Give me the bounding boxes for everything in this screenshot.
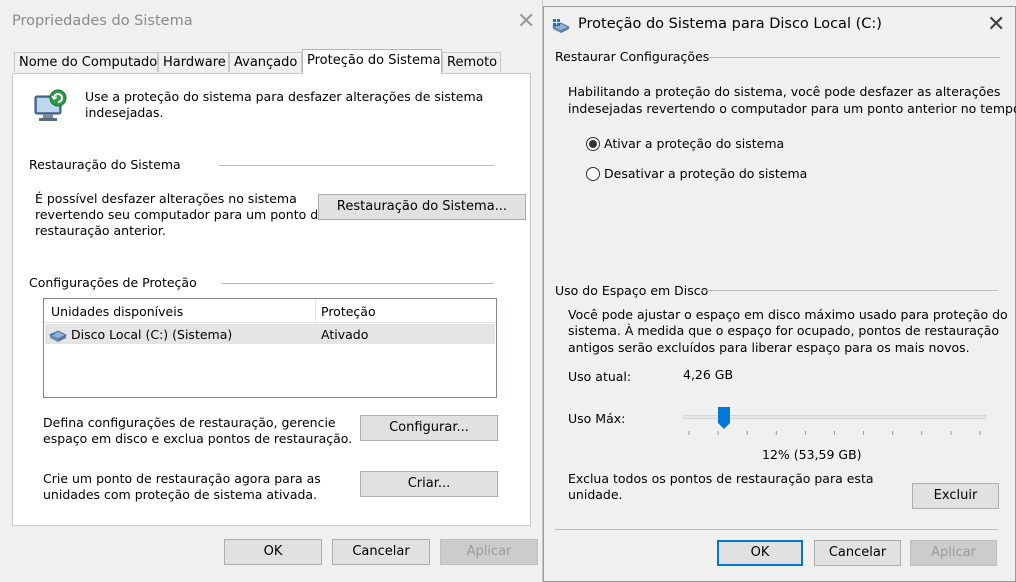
close-icon[interactable]: ✕	[987, 14, 1005, 36]
create-desc-line-2: unidades com proteção de sistema ativada…	[43, 487, 318, 502]
cancel-button[interactable]: Cancelar	[332, 539, 430, 565]
window-title: Proteção do Sistema para Disco Local (C:…	[578, 16, 882, 32]
intro-line-1: Use a proteção do sistema para desfazer …	[85, 89, 484, 104]
restore-desc-line-2: revertendo seu computador para um ponto …	[35, 207, 326, 222]
system-properties-window: Propriedades do Sistema ✕ Nome do Comput…	[0, 0, 543, 582]
intro-line-2: indesejadas.	[85, 105, 164, 120]
drive-protection-status: Ativado	[321, 327, 369, 342]
slider-thumb[interactable]	[717, 407, 730, 429]
restore-group-title: Restauração do Sistema	[29, 157, 181, 172]
apply-button[interactable]: Aplicar	[910, 540, 997, 566]
tab-hardware[interactable]: Hardware	[158, 52, 229, 72]
delete-button[interactable]: Excluir	[912, 483, 999, 509]
group-divider	[707, 57, 1000, 58]
drive-icon	[48, 328, 68, 342]
disable-protection-radio[interactable]	[586, 167, 600, 181]
close-icon[interactable]: ✕	[517, 11, 535, 33]
disk-protection-window: Proteção do Sistema para Disco Local (C:…	[543, 6, 1016, 582]
disable-protection-label[interactable]: Desativar a proteção do sistema	[604, 166, 807, 181]
column-header-drives[interactable]: Unidades disponíveis	[51, 304, 183, 319]
enable-protection-radio[interactable]	[586, 137, 600, 151]
restore-desc-line-1: É possível desfazer alterações no sistem…	[35, 191, 297, 206]
tab-computer-name[interactable]: Nome do Computador	[14, 52, 163, 72]
system-protection-icon	[551, 18, 571, 34]
restore-settings-title: Restaurar Configurações	[555, 49, 710, 64]
slider-ticks	[688, 431, 981, 435]
cancel-button[interactable]: Cancelar	[814, 540, 901, 566]
drives-table[interactable]: Unidades disponíveis Proteção Disco Loca…	[43, 298, 497, 398]
tab-system-protection[interactable]: Proteção do Sistema	[302, 49, 442, 74]
enable-protection-label[interactable]: Ativar a proteção do sistema	[604, 136, 784, 151]
restore-desc-line-1: Habilitando a proteção do sistema, você …	[568, 84, 1001, 99]
tab-advanced[interactable]: Avançado	[229, 52, 302, 72]
tab-panel: Use a proteção do sistema para desfazer …	[12, 73, 531, 526]
delete-desc-line-1: Exclua todos os pontos de restauração pa…	[568, 471, 874, 486]
column-divider	[315, 299, 316, 322]
usage-desc-line-1: Você pode ajustar o espaço em disco máxi…	[568, 307, 1008, 322]
group-divider	[221, 283, 494, 284]
column-header-protection[interactable]: Proteção	[321, 304, 376, 319]
usage-desc-line-3: antigos serão excluídos para liberar esp…	[568, 340, 970, 355]
create-desc-line-1: Crie um ponto de restauração agora para …	[43, 471, 321, 486]
window-title: Propriedades do Sistema	[12, 13, 193, 29]
system-protection-icon	[31, 88, 71, 128]
ok-button[interactable]: OK	[717, 540, 803, 566]
configure-desc-line-1: Defina configurações de restauração, ger…	[43, 415, 336, 430]
drive-name: Disco Local (C:) (Sistema)	[71, 327, 233, 342]
group-divider	[701, 290, 998, 291]
max-usage-slider[interactable]	[683, 406, 986, 436]
footer-divider	[555, 529, 998, 530]
ok-button[interactable]: OK	[224, 539, 322, 565]
usage-desc-line-2: sistema. À medida que o espaço for ocupa…	[568, 323, 1000, 338]
restore-desc-line-3: restauração anterior.	[35, 223, 166, 238]
configure-desc-line-2: espaço em disco e exclua pontos de resta…	[43, 431, 353, 446]
max-usage-label: Uso Máx:	[568, 411, 626, 426]
configure-button[interactable]: Configurar...	[360, 415, 498, 441]
create-button[interactable]: Criar...	[360, 471, 498, 497]
apply-button[interactable]: Aplicar	[440, 539, 538, 565]
current-usage-value: 4,26 GB	[683, 367, 734, 382]
restore-desc-line-2: indesejadas revertendo o computador para…	[568, 101, 1016, 116]
disk-usage-title: Uso do Espaço em Disco	[555, 283, 709, 298]
tab-remote[interactable]: Remoto	[442, 52, 501, 72]
system-restore-button[interactable]: Restauração do Sistema...	[318, 194, 526, 220]
current-usage-label: Uso atual:	[568, 369, 632, 384]
group-divider	[219, 165, 494, 166]
max-usage-text: 12% (53,59 GB)	[762, 447, 862, 462]
delete-desc-line-2: unidade.	[568, 487, 623, 502]
protection-group-title: Configurações de Proteção	[29, 275, 197, 290]
